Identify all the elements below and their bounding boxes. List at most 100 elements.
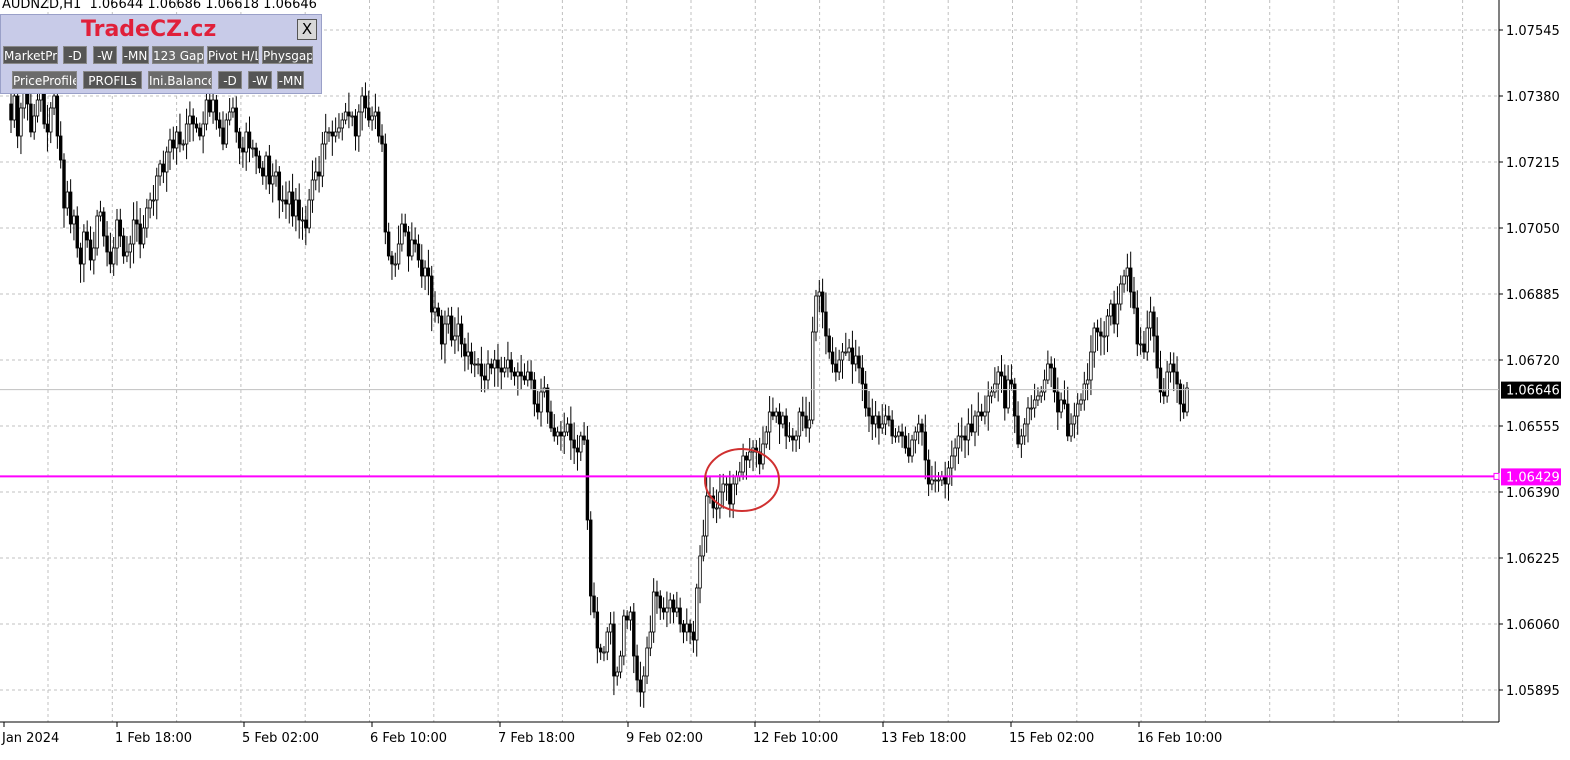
candle [446,307,450,334]
candle [19,102,23,155]
marketprofile-button[interactable]: MarketPr. [3,46,58,64]
candle [49,102,53,144]
candle-body [863,383,868,409]
candle-body [595,611,600,649]
candle [340,112,344,141]
candle [264,151,268,190]
time-axis: Jan 2024 1 Feb 18:00 5 Feb 02:00 6 Feb 10:0… [0,721,1499,746]
candle-body [121,235,126,257]
marketprofile-weekly-button[interactable]: -W [93,46,117,64]
candle-body [824,311,828,337]
candle-body [890,419,894,437]
gap-123-button[interactable]: 123 Gap [152,46,204,64]
candle-body [850,347,855,365]
candle [1152,306,1156,353]
candle [847,338,851,362]
candle [466,332,470,370]
candle [681,619,686,644]
candle [406,225,411,272]
marketprofile-monthly-button[interactable]: -MN [122,46,149,64]
candle [854,339,858,372]
initial-balance-button[interactable]: Ini.Balance [148,71,212,89]
candle-body [416,243,421,261]
candle [476,358,480,375]
candle-body [161,163,166,173]
candle [989,386,994,404]
candle-body [380,135,384,145]
candle [757,437,762,475]
candle [787,422,792,442]
candle [393,252,397,277]
candle [900,423,904,448]
candle-body [1082,383,1087,401]
candle-body [539,391,543,413]
candle-body [648,631,653,649]
candle [171,126,176,160]
pivot-hl-button[interactable]: Pivot H/L [207,46,259,64]
candle [72,209,76,241]
candle-body [903,435,908,449]
candle [771,397,775,421]
candle-body [204,99,209,125]
candle-body [956,435,961,449]
candle-body [622,615,626,657]
candle [198,122,202,141]
initial-balance-daily-button[interactable]: -D [218,71,242,89]
physgap-button[interactable]: Physgap [262,46,313,64]
candle-body [496,359,500,369]
candle [784,408,788,450]
candle [953,438,957,471]
candle-body [969,423,974,433]
marketprofile-daily-button[interactable]: -D [63,46,87,64]
profils-button[interactable]: PROFILs [83,71,142,89]
priceprofile-button[interactable]: PriceProfile [12,71,77,89]
candle-body [1178,383,1183,405]
candle [529,360,533,389]
candle [516,362,520,396]
candle [333,117,338,143]
candle-body [280,199,285,202]
initial-balance-monthly-button[interactable]: -MN [277,71,304,89]
candle [499,356,503,390]
price-chart[interactable]: 1.07545 1.07380 1.07215 1.07050 1.06885 1.067… [0,0,1570,760]
candle [615,666,619,686]
candle-body [456,323,460,337]
candle [343,102,348,125]
candle [1148,296,1153,341]
candle [489,358,494,375]
candle [483,363,487,393]
candle-body [791,435,795,441]
close-button[interactable]: X [297,19,317,40]
candle [956,422,961,465]
candle [840,343,845,379]
candle [807,401,812,443]
candle [363,82,368,119]
candle-body [721,483,725,493]
candle [595,597,600,664]
candle [536,390,540,420]
candle [834,347,838,382]
candle-body [1042,379,1047,393]
candle-body [217,119,222,129]
candle-body [1152,311,1156,337]
candle-body [695,587,699,641]
candle-body [582,435,586,441]
candle [920,418,924,446]
candle-body [1145,327,1149,353]
candle [141,215,146,249]
candle [1102,321,1106,355]
candle-body [661,607,666,613]
candle-body [589,519,593,597]
candle-body [867,407,871,417]
candle-body [406,231,411,257]
candle [946,460,951,501]
candle [1158,350,1163,403]
candle-body [261,167,265,177]
candle-body [221,127,225,145]
y-tick-label: 1.07050 [1506,222,1560,237]
initial-balance-weekly-button[interactable]: -W [248,71,272,89]
candle [1082,371,1087,411]
candle [75,206,79,258]
candle [926,449,931,497]
candle-body [267,155,272,185]
